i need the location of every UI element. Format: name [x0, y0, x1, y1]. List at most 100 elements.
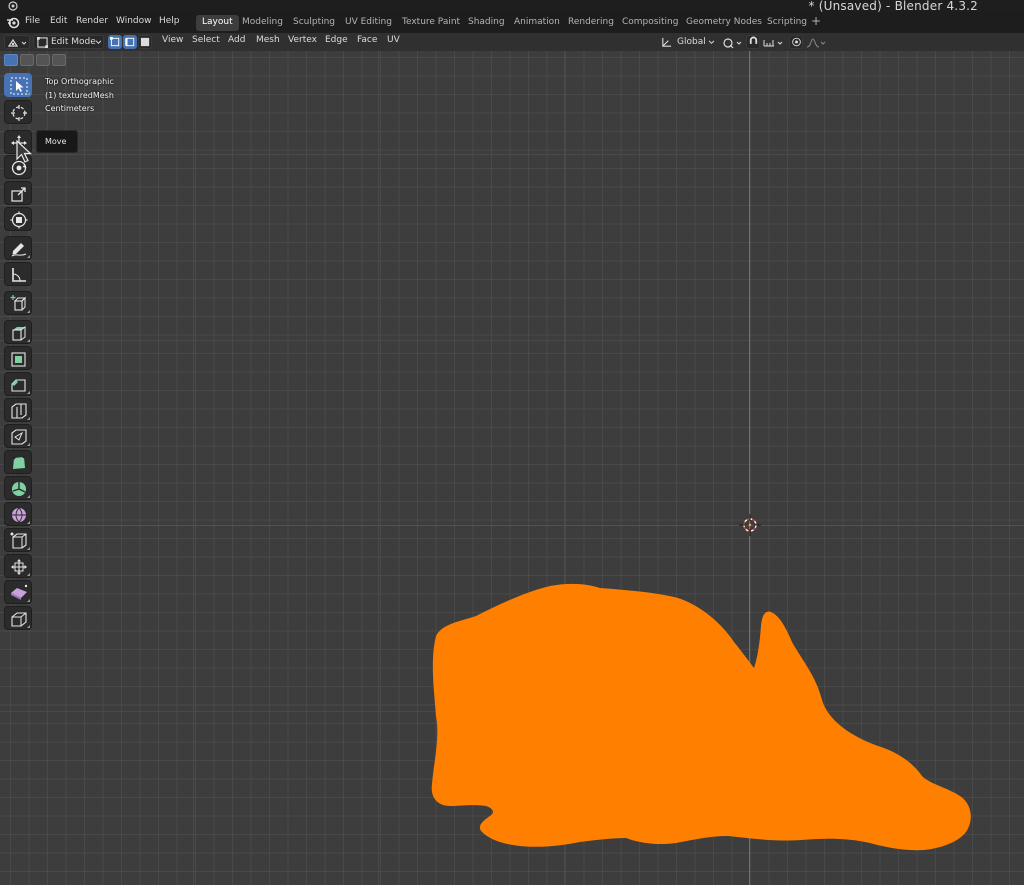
falloff-curve-icon: [806, 38, 826, 48]
tool-poly-build[interactable]: [4, 450, 32, 474]
pivot-point-dropdown[interactable]: [720, 35, 744, 49]
tab-compositing[interactable]: Compositing: [616, 15, 684, 31]
tool-select-box[interactable]: [4, 73, 32, 97]
viewport-menu-add[interactable]: Add: [228, 35, 245, 45]
transform-icon: [10, 211, 28, 229]
tab-rendering[interactable]: Rendering: [562, 15, 620, 31]
tool-knife[interactable]: [4, 424, 32, 448]
shear-icon: [11, 584, 28, 600]
tool-annotate[interactable]: [4, 236, 32, 260]
tab-modeling[interactable]: Modeling: [236, 15, 289, 31]
units-label: Centimeters: [45, 104, 95, 113]
edit-mode-icon: [37, 37, 48, 48]
tab-animation[interactable]: Animation: [508, 15, 566, 31]
annotate-pencil-icon: [11, 243, 27, 257]
mouse-pointer-icon: [16, 140, 32, 163]
proportional-edit-icon: [792, 37, 801, 47]
window-titlebar: * (Unsaved) - Blender 4.3.2: [0, 0, 1024, 13]
viewport-menu-vertex[interactable]: Vertex: [288, 35, 317, 45]
tool-scale[interactable]: [4, 181, 32, 205]
tool-shear[interactable]: [4, 580, 32, 604]
tab-geometry-nodes[interactable]: Geometry Nodes: [680, 15, 768, 31]
snap-target-dropdown[interactable]: [761, 35, 785, 49]
tab-sculpting[interactable]: Sculpting: [287, 15, 341, 31]
select-subtract-button[interactable]: [36, 54, 50, 66]
tool-add-cube[interactable]: [4, 291, 32, 315]
menu-edit[interactable]: Edit: [50, 16, 67, 26]
spin-icon: [12, 482, 26, 496]
edge-select-icon: [125, 37, 135, 47]
orientation-axes-icon: [662, 37, 672, 47]
blender-window: * (Unsaved) - Blender 4.3.2 File Edit Re…: [0, 0, 1024, 885]
tab-uv-editing[interactable]: UV Editing: [339, 15, 398, 31]
viewport-menu-select[interactable]: Select: [192, 35, 220, 45]
editor-type-icon: [7, 38, 27, 47]
snap-increment-icon: [763, 40, 783, 47]
chevron-down-icon: [708, 40, 715, 45]
viewport-menu-edge[interactable]: Edge: [325, 35, 348, 45]
menu-render[interactable]: Render: [76, 16, 108, 26]
tool-extrude-region[interactable]: [4, 320, 32, 344]
transform-orientation-dropdown[interactable]: Global: [658, 35, 716, 49]
tooltip-text: Move: [45, 137, 67, 146]
measure-ruler-icon: [12, 268, 26, 282]
inset-faces-icon: [11, 352, 26, 367]
orientation-label: Global: [677, 37, 706, 47]
viewport-info-overlay: Top Orthographic (1) texturedMesh Centim…: [45, 75, 114, 116]
loop-cut-icon: [11, 403, 27, 419]
snap-toggle-button[interactable]: [746, 35, 760, 49]
tool-rip-region[interactable]: [4, 606, 32, 630]
extrude-icon: [12, 326, 26, 341]
tab-shading[interactable]: Shading: [462, 15, 511, 31]
tool-smooth[interactable]: [4, 502, 32, 526]
tool-inset-faces[interactable]: [4, 346, 32, 370]
mesh-silhouette[interactable]: [431, 583, 971, 851]
tool-edge-slide[interactable]: [4, 528, 32, 552]
selection-mode-strip: [3, 53, 75, 67]
proportional-editing-button[interactable]: [789, 35, 803, 49]
3d-cursor-icon[interactable]: [739, 514, 761, 536]
add-cube-icon: [10, 295, 27, 311]
viewport-menu-uv[interactable]: UV: [387, 35, 400, 45]
select-cursor-icon: [10, 77, 28, 95]
pivot-point-icon: [723, 38, 742, 49]
mode-dropdown[interactable]: Edit Mode: [33, 35, 104, 49]
tool-bevel[interactable]: [4, 372, 32, 396]
viewport-header: Edit Mode View Select Add Mesh Vertex Ed…: [0, 33, 1024, 51]
select-extend-button[interactable]: [20, 54, 34, 66]
blender-menu-icon[interactable]: [6, 15, 20, 29]
mode-label: Edit Mode: [51, 37, 96, 47]
tool-spin[interactable]: [4, 476, 32, 500]
tool-measure[interactable]: [4, 262, 32, 286]
tool-shrink-fatten[interactable]: [4, 554, 32, 578]
chevron-down-icon: [95, 40, 102, 45]
menu-window[interactable]: Window: [116, 16, 152, 26]
grid-major-line: [0, 154, 1024, 155]
editor-type-button[interactable]: [4, 35, 30, 49]
viewport-menu-mesh[interactable]: Mesh: [256, 35, 280, 45]
tab-texture-paint[interactable]: Texture Paint: [396, 15, 466, 31]
tab-scripting[interactable]: Scripting: [761, 15, 813, 31]
select-intersect-button[interactable]: [52, 54, 66, 66]
grid-major-line: [0, 340, 1024, 341]
select-set-new-button[interactable]: [4, 54, 18, 66]
tool-cursor[interactable]: [4, 100, 32, 124]
menu-file[interactable]: File: [25, 16, 40, 26]
falloff-dropdown[interactable]: [804, 35, 826, 49]
snap-magnet-icon: [749, 36, 758, 44]
bevel-icon: [11, 379, 26, 392]
tool-transform[interactable]: [4, 207, 32, 231]
vertex-select-button[interactable]: [108, 35, 122, 49]
tab-layout[interactable]: Layout: [196, 15, 239, 31]
tool-loop-cut[interactable]: [4, 398, 32, 422]
add-workspace-button[interactable]: +: [811, 14, 821, 28]
blender-logo-icon: [8, 1, 18, 11]
menu-help[interactable]: Help: [159, 16, 180, 26]
edge-select-button[interactable]: [123, 35, 137, 49]
viewport-menu-face[interactable]: Face: [357, 35, 377, 45]
x-axis-line: [0, 525, 1024, 526]
viewport-menu-view[interactable]: View: [162, 35, 183, 45]
face-select-button[interactable]: [138, 35, 152, 49]
vertex-select-icon: [110, 36, 120, 47]
textured-mesh-object[interactable]: [430, 580, 975, 855]
